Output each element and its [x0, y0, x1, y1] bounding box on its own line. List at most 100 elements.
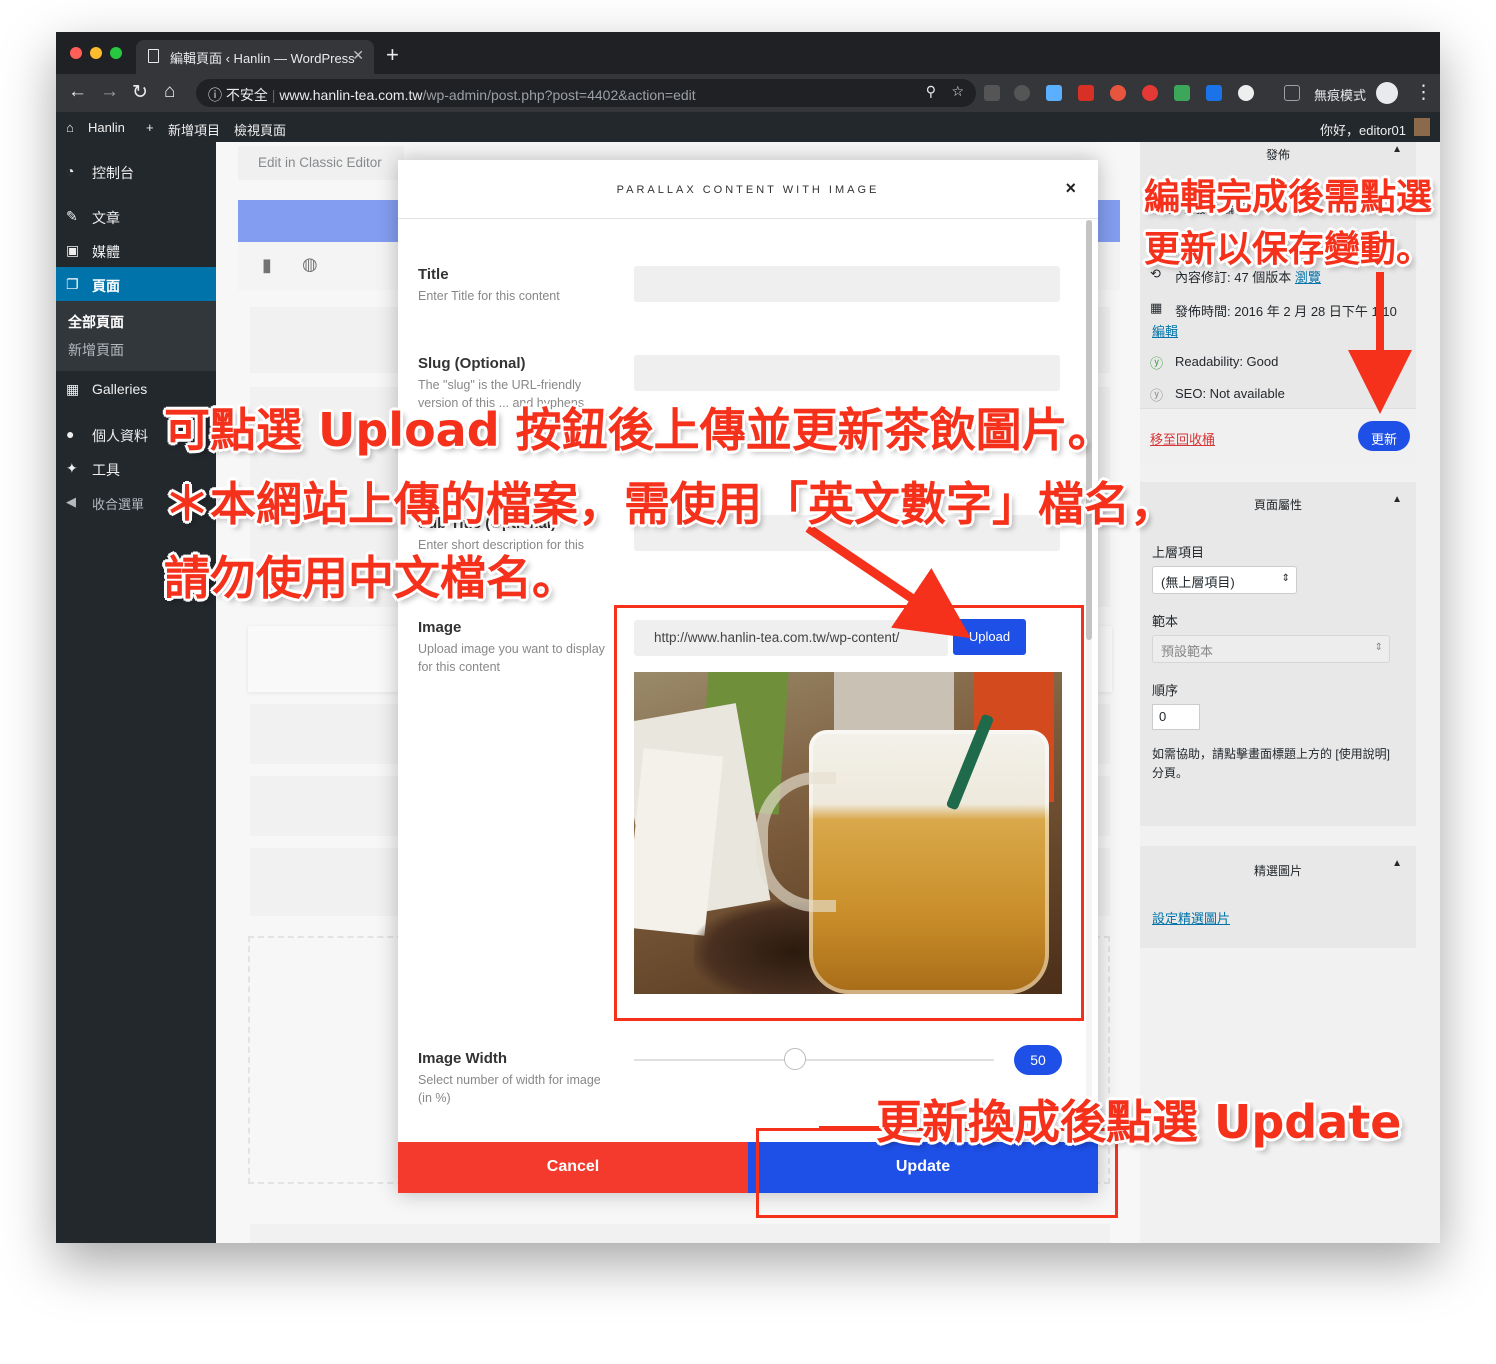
collapse-up-icon[interactable]: ▲: [1392, 494, 1402, 505]
width-slider-track[interactable]: [634, 1059, 994, 1061]
cast-icon[interactable]: [1284, 85, 1300, 101]
sidebar-item-dashboard[interactable]: ◔ 控制台: [56, 154, 216, 188]
home-icon[interactable]: ⌂: [164, 81, 175, 103]
admin-greeting[interactable]: 你好，editor01: [1320, 120, 1406, 139]
maximize-window-button[interactable]: [110, 47, 122, 59]
gallery-icon: ▦: [66, 381, 80, 397]
template-label: 範本: [1152, 614, 1179, 629]
annotation-update-note: 更新換成後點選 Update: [876, 1095, 1402, 1149]
image-field-label: Image Upload image you want to display f…: [418, 619, 605, 674]
admin-site-link[interactable]: Hanlin: [88, 120, 125, 135]
close-window-button[interactable]: [70, 47, 82, 59]
annotation-filename-note-1: ＊本網站上傳的檔案，需使用「英文數字」檔名，: [164, 477, 1176, 531]
forward-icon[interactable]: →: [100, 81, 119, 103]
slug-input[interactable]: [634, 355, 1060, 391]
collapse-up-icon[interactable]: ▲: [1392, 144, 1402, 155]
url-host: www.hanlin-tea.com.tw: [279, 87, 423, 103]
security-label: 不安全: [225, 87, 268, 103]
address-bar[interactable]: ⓘ 不安全 | www.hanlin-tea.com.tw/wp-admin/p…: [196, 79, 976, 107]
cancel-button[interactable]: Cancel: [398, 1142, 748, 1193]
annotation-top-right-2: 更新以保存變動。: [1144, 229, 1433, 270]
user-icon: ●: [66, 426, 75, 442]
publish-heading: 發佈: [1265, 148, 1290, 162]
publish-update-button[interactable]: 更新: [1358, 421, 1410, 451]
readability-icon: ⓨ: [1150, 356, 1164, 371]
reload-icon[interactable]: ↻: [132, 81, 148, 104]
zoom-icon[interactable]: ⚲: [926, 83, 936, 100]
readability-text: Readability: Good: [1175, 354, 1279, 369]
collapse-up-icon[interactable]: ▲: [1392, 858, 1402, 869]
modal-divider: [398, 218, 1098, 219]
sidebar-item-new-page[interactable]: 新增頁面: [68, 340, 124, 360]
tab-close-icon[interactable]: ✕: [352, 47, 364, 64]
sidebar-item-media[interactable]: ▣ 媒體: [56, 233, 216, 267]
order-input[interactable]: 0: [1152, 704, 1200, 730]
select-arrows-icon: ⇕: [1374, 642, 1383, 653]
info-icon[interactable]: ⓘ: [208, 87, 222, 103]
close-icon[interactable]: ×: [1065, 178, 1076, 199]
pages-submenu: 全部頁面 新增頁面: [56, 301, 216, 371]
sidebar-item-posts[interactable]: ✎ 文章: [56, 199, 216, 233]
title-input[interactable]: [634, 266, 1060, 302]
menu-icon[interactable]: ⋮: [1414, 81, 1433, 104]
width-slider-handle[interactable]: [784, 1048, 806, 1070]
plus-icon[interactable]: +: [146, 120, 154, 135]
width-slider-value: 50: [1014, 1045, 1062, 1075]
star-icon[interactable]: ☆: [951, 83, 964, 100]
page-attributes-box: 頁面屬性 ▲ 上層項目 (無上層項目) ⇕ 範本 預設範本 ⇕ 順序 0 如需協助，…: [1140, 482, 1416, 826]
wrench-icon: ✦: [66, 460, 78, 476]
wordpress-extension-icon[interactable]: [984, 85, 1000, 101]
avatar[interactable]: [1414, 118, 1430, 136]
order-label: 順序: [1152, 683, 1179, 698]
tab-title: 編輯頁面 ‹ Hanlin — WordPress: [170, 51, 355, 66]
parent-select[interactable]: (無上層項目) ⇕: [1152, 566, 1297, 594]
admin-sidebar: ◔ 控制台 ✎ 文章 ▣ 媒體 ❐ 頁面 全部頁面 新增頁面 ▦ Galleries ● 個…: [56, 142, 216, 1243]
pin-icon: ✎: [66, 208, 78, 224]
annotation-filename-note-2: 請勿使用中文檔名。: [164, 551, 578, 605]
admin-view-link[interactable]: 檢視頁面: [234, 120, 286, 139]
revisions-link[interactable]: 瀏覽: [1295, 270, 1321, 285]
right-sidebar: 發佈 ▲ 狀態: 已發佈 編輯 ⟲ 內容修訂: 47 個版本 瀏覽 ▦ 發佈時間…: [1140, 142, 1440, 1243]
annotation-top-right-1: 編輯完成後需點選: [1144, 177, 1433, 218]
width-field-label: Image Width Select number of width for i…: [418, 1050, 601, 1105]
pocket-extension-icon[interactable]: [1110, 85, 1126, 101]
media-icon: ▣: [66, 242, 80, 258]
trash-link[interactable]: 移至回收桶: [1150, 429, 1215, 448]
new-tab-button[interactable]: +: [386, 42, 399, 68]
panda-extension-icon[interactable]: [1238, 85, 1254, 101]
page-attributes-help: 如需協助，請點擊畫面標題上方的 [使用說明] 分頁。: [1152, 747, 1391, 780]
calendar-icon: ▦: [1150, 300, 1163, 315]
browser-tab[interactable]: 編輯頁面 ‹ Hanlin — WordPress ✕: [136, 40, 374, 74]
adblock-extension-icon[interactable]: [1142, 85, 1158, 101]
home-icon[interactable]: ⌂: [66, 120, 74, 135]
back-icon[interactable]: ←: [68, 81, 87, 103]
image-highlight-box: [614, 605, 1084, 1021]
diamond-extension-icon[interactable]: [1046, 85, 1062, 101]
edit-date-link[interactable]: 編輯: [1152, 321, 1178, 340]
select-arrows-icon: ⇕: [1281, 573, 1290, 584]
incognito-icon[interactable]: [1376, 82, 1398, 104]
info-extension-icon[interactable]: [1014, 85, 1030, 101]
template-select[interactable]: 預設範本 ⇕: [1152, 635, 1390, 663]
parent-label: 上層項目: [1152, 545, 1205, 560]
minimize-window-button[interactable]: [90, 47, 102, 59]
pages-icon: ❐: [66, 276, 79, 292]
modal-title: PARALLAX CONTENT WITH IMAGE: [616, 184, 880, 196]
sidebar-item-pages[interactable]: ❐ 頁面: [56, 267, 216, 301]
published-date: 發佈時間: 2016 年 2 月 28 日下午 1:10: [1175, 304, 1397, 319]
set-featured-image-link[interactable]: 設定精選圖片: [1152, 908, 1230, 927]
bookmark-extension-icon[interactable]: [1078, 85, 1094, 101]
admin-new-link[interactable]: 新增項目: [168, 120, 220, 139]
featured-image-box: 精選圖片 ▲ 設定精選圖片: [1140, 846, 1416, 948]
collapse-icon: ◀: [66, 494, 76, 509]
new-extension-icon[interactable]: [1206, 85, 1222, 101]
update-callout-line: [819, 1126, 879, 1129]
title-field-label: Title Enter Title for this content: [418, 266, 560, 303]
puzzle-extension-icon[interactable]: [1174, 85, 1190, 101]
url-path: /wp-admin/post.php?post=4402&action=edit: [422, 87, 696, 103]
wp-admin-bar: ⌂ Hanlin + 新增項目 檢視頁面 你好，editor01: [56, 112, 1440, 142]
sidebar-item-all-pages[interactable]: 全部頁面: [68, 312, 124, 332]
page-attributes-heading: 頁面屬性: [1253, 498, 1302, 512]
dashboard-icon: ◔: [66, 163, 75, 179]
seo-text: SEO: Not available: [1175, 386, 1285, 401]
